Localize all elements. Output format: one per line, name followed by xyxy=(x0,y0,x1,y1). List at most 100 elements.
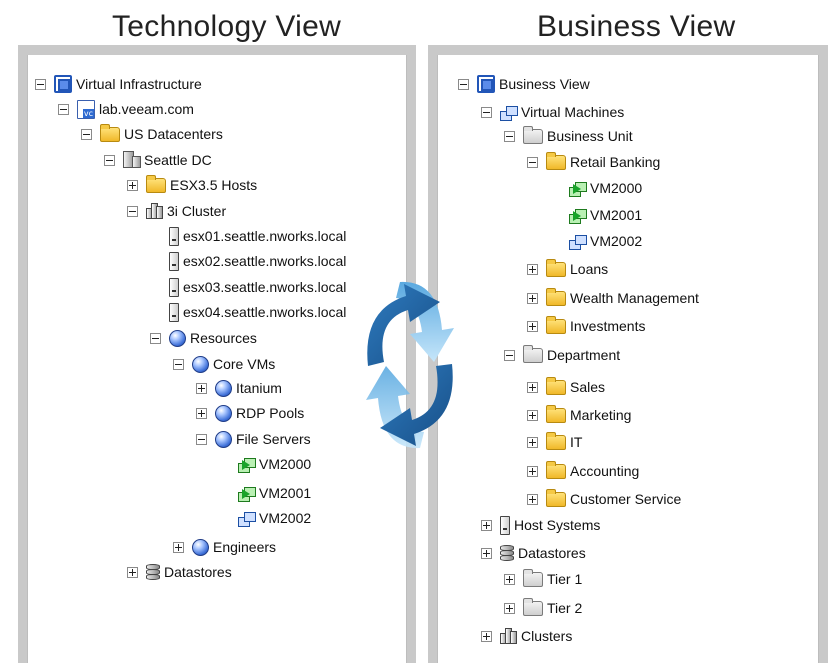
tree-node[interactable]: Investments xyxy=(527,315,645,337)
collapse-icon[interactable] xyxy=(81,128,92,140)
tree-node-label: Sales xyxy=(570,379,606,395)
tree-node-label: File Servers xyxy=(236,431,311,447)
tree-node[interactable]: Host Systems xyxy=(481,514,600,536)
tree-node[interactable]: VM2000 xyxy=(550,177,642,199)
tree-node[interactable]: Accounting xyxy=(527,460,639,482)
vm-running-icon xyxy=(569,181,587,197)
expand-icon[interactable] xyxy=(527,465,538,477)
vm-running-icon xyxy=(238,486,256,502)
tree-node[interactable]: esx03.seattle.nworks.local xyxy=(150,276,346,298)
tree-node-label: Wealth Management xyxy=(570,290,699,306)
collapse-icon[interactable] xyxy=(150,332,161,344)
tree-node-label: Core VMs xyxy=(213,356,276,372)
tree-node[interactable]: Itanium xyxy=(196,377,282,399)
tree-node[interactable]: ESX3.5 Hosts xyxy=(127,174,257,196)
tree-node-label: Retail Banking xyxy=(570,154,661,170)
host-icon xyxy=(169,277,179,297)
tree-node-label: Virtual Infrastructure xyxy=(76,76,202,92)
collapse-icon[interactable] xyxy=(104,154,115,166)
collapse-icon[interactable] xyxy=(173,358,184,370)
expand-icon[interactable] xyxy=(127,566,138,578)
tree-node[interactable]: Sales xyxy=(527,376,605,398)
expand-icon[interactable] xyxy=(527,292,538,304)
tree-node[interactable]: File Servers xyxy=(196,428,311,450)
tree-node[interactable]: esx02.seattle.nworks.local xyxy=(150,250,346,272)
expand-icon[interactable] xyxy=(481,547,492,559)
collapse-icon[interactable] xyxy=(481,106,492,118)
tree-node[interactable]: esx01.seattle.nworks.local xyxy=(150,225,346,247)
collapse-icon[interactable] xyxy=(35,78,46,90)
tree-node[interactable]: Datastores xyxy=(481,542,586,564)
tree-node-label: lab.veeam.com xyxy=(99,101,194,117)
virtual-infrastructure-icon xyxy=(477,75,495,93)
tree-node-label: esx04.seattle.nworks.local xyxy=(183,304,347,320)
tree-node[interactable]: Business Unit xyxy=(504,125,633,147)
collapse-icon[interactable] xyxy=(527,156,538,168)
tree-node[interactable]: Virtual Infrastructure xyxy=(35,73,202,95)
expand-icon[interactable] xyxy=(527,263,538,275)
collapse-icon[interactable] xyxy=(127,205,138,217)
tree-node[interactable]: RDP Pools xyxy=(196,402,304,424)
tree-node-label: Loans xyxy=(570,261,609,277)
expand-icon[interactable] xyxy=(504,602,515,614)
collapse-icon[interactable] xyxy=(58,103,69,115)
expand-icon[interactable] xyxy=(527,409,538,421)
tree-node[interactable]: Resources xyxy=(150,327,257,349)
collapse-icon[interactable] xyxy=(504,349,515,361)
tree-node[interactable]: esx04.seattle.nworks.local xyxy=(150,301,346,323)
tree-node-label: Department xyxy=(547,347,621,363)
tree-node[interactable]: VM2002 xyxy=(550,230,642,252)
vm-icon xyxy=(238,511,256,527)
virtual-infrastructure-icon xyxy=(54,75,72,93)
tree-node[interactable]: US Datacenters xyxy=(81,123,223,145)
tree-node[interactable]: VM2001 xyxy=(550,204,642,226)
tree-node-label: VM2001 xyxy=(590,207,643,223)
tree-node[interactable]: VM2001 xyxy=(219,482,311,504)
tree-node-label: 3i Cluster xyxy=(167,203,227,219)
tree-node[interactable]: Loans xyxy=(527,258,608,280)
expand-icon[interactable] xyxy=(196,407,207,419)
tree-node[interactable]: IT xyxy=(527,431,582,453)
expand-icon[interactable] xyxy=(127,179,138,191)
collapse-icon[interactable] xyxy=(196,433,207,445)
tree-node[interactable]: Tier 1 xyxy=(504,568,582,590)
expand-icon[interactable] xyxy=(527,381,538,393)
tree-node[interactable]: Core VMs xyxy=(173,353,275,375)
expand-icon[interactable] xyxy=(173,541,184,553)
tree-node[interactable]: Marketing xyxy=(527,404,631,426)
tree-node[interactable]: Department xyxy=(504,344,620,366)
expand-icon[interactable] xyxy=(527,436,538,448)
vcenter-icon xyxy=(77,99,95,119)
tree-node[interactable]: Datastores xyxy=(127,561,232,583)
tree-node[interactable]: Seattle DC xyxy=(104,149,212,171)
expand-icon[interactable] xyxy=(481,519,492,531)
grey-folder-icon xyxy=(523,597,543,616)
tree-node[interactable]: Clusters xyxy=(481,625,572,647)
tree-node[interactable]: Customer Service xyxy=(527,488,681,510)
resource-pool-icon xyxy=(192,538,209,556)
tree-node-label: US Datacenters xyxy=(124,126,223,142)
expand-icon[interactable] xyxy=(527,493,538,505)
tree-node[interactable]: Virtual Machines xyxy=(481,101,624,123)
tree-node[interactable]: VM2000 xyxy=(219,453,311,475)
collapse-icon[interactable] xyxy=(458,78,469,90)
tree-node[interactable]: 3i Cluster xyxy=(127,200,226,222)
tree-node[interactable]: Retail Banking xyxy=(527,151,660,173)
expand-icon[interactable] xyxy=(527,320,538,332)
vm-running-icon xyxy=(569,208,587,224)
tree-node[interactable]: Wealth Management xyxy=(527,287,699,309)
datastore-icon xyxy=(500,545,514,561)
tree-node-label: Itanium xyxy=(236,380,282,396)
tree-node[interactable]: Tier 2 xyxy=(504,597,582,619)
tree-node[interactable]: VM2002 xyxy=(219,507,311,529)
folder-icon xyxy=(546,151,566,170)
collapse-icon[interactable] xyxy=(504,130,515,142)
expand-icon[interactable] xyxy=(481,630,492,642)
tree-node[interactable]: Business View xyxy=(458,73,590,95)
expand-icon[interactable] xyxy=(504,573,515,585)
expand-icon[interactable] xyxy=(196,382,207,394)
resource-pool-icon xyxy=(215,404,232,422)
technology-view-title: Technology View xyxy=(112,10,342,43)
tree-node[interactable]: lab.veeam.com xyxy=(58,98,194,120)
tree-node[interactable]: Engineers xyxy=(173,536,276,558)
